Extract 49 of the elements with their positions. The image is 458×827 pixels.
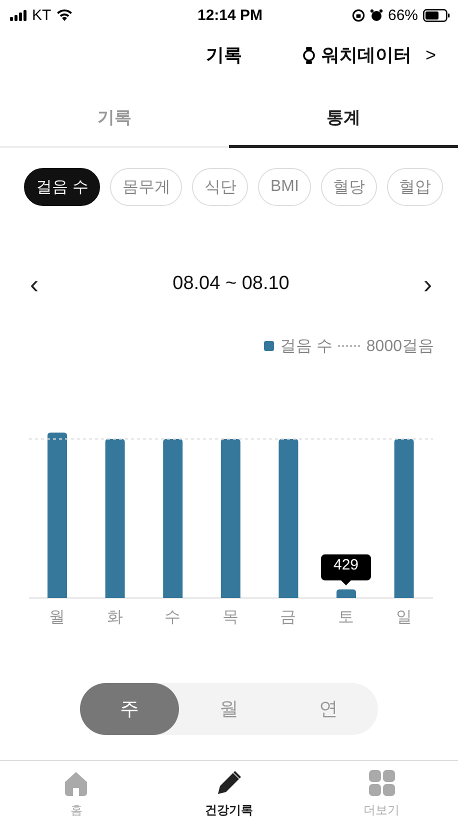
- tab[interactable]: 기록: [0, 90, 229, 148]
- nav-item[interactable]: 건강기록: [152, 761, 306, 827]
- axis-label: 화: [106, 609, 123, 626]
- watch-icon: [303, 46, 316, 64]
- value-tooltip: 429: [321, 554, 371, 586]
- grid-icon: [368, 770, 395, 796]
- house-icon: [63, 770, 90, 796]
- period-option[interactable]: 월: [179, 683, 279, 735]
- axis-label: 일: [396, 609, 412, 626]
- chart-bar[interactable]: [394, 439, 414, 598]
- chart-bar[interactable]: [278, 439, 298, 598]
- carrier-name: KT: [32, 6, 52, 24]
- filter-chip[interactable]: 걸음 수: [24, 168, 100, 206]
- tab[interactable]: 통계: [229, 90, 458, 148]
- date-range: 08.04 ~ 08.10: [172, 273, 290, 295]
- legend-label: 걸음 수: [280, 336, 332, 356]
- rotation-lock-icon: [352, 8, 365, 22]
- filter-chip[interactable]: 혈당: [320, 168, 377, 206]
- legend-label: 8000걸음: [366, 336, 434, 356]
- axis-label: 월: [49, 609, 65, 626]
- nav-item[interactable]: 더보기: [305, 761, 458, 827]
- battery-icon: [423, 8, 450, 22]
- legend-swatch-icon: [264, 341, 274, 351]
- watch-data-link[interactable]: 워치데이터 >: [303, 43, 436, 67]
- clock-time: 12:14 PM: [197, 6, 263, 24]
- signal-icon: [10, 10, 27, 20]
- period-option[interactable]: 연: [278, 683, 378, 735]
- filter-chip[interactable]: 식단: [192, 168, 248, 206]
- chart-bar[interactable]: [163, 439, 183, 598]
- wifi-icon: [56, 9, 74, 21]
- alarm-icon: [370, 8, 383, 22]
- period-option[interactable]: 주: [80, 683, 180, 735]
- axis-label: 목: [222, 609, 238, 626]
- dotted-line-icon: [338, 345, 360, 347]
- pencil-icon: [216, 770, 242, 796]
- chart-bar[interactable]: [105, 439, 125, 598]
- battery-percent: 66%: [388, 6, 418, 24]
- next-week-button[interactable]: ›: [419, 271, 436, 297]
- nav-item[interactable]: 홈: [0, 761, 153, 827]
- axis-label: 토: [338, 609, 354, 626]
- chart-bar[interactable]: [220, 439, 240, 598]
- filter-chip[interactable]: 몸무게: [110, 168, 182, 206]
- filter-chip[interactable]: 혈압: [386, 168, 443, 206]
- page-title: 기록: [206, 44, 242, 67]
- chart-bar[interactable]: [336, 589, 356, 598]
- previous-week-button[interactable]: ‹: [26, 271, 43, 297]
- axis-label: 수: [164, 609, 181, 626]
- axis-label: 금: [280, 609, 296, 626]
- filter-chip[interactable]: BMI: [258, 168, 311, 206]
